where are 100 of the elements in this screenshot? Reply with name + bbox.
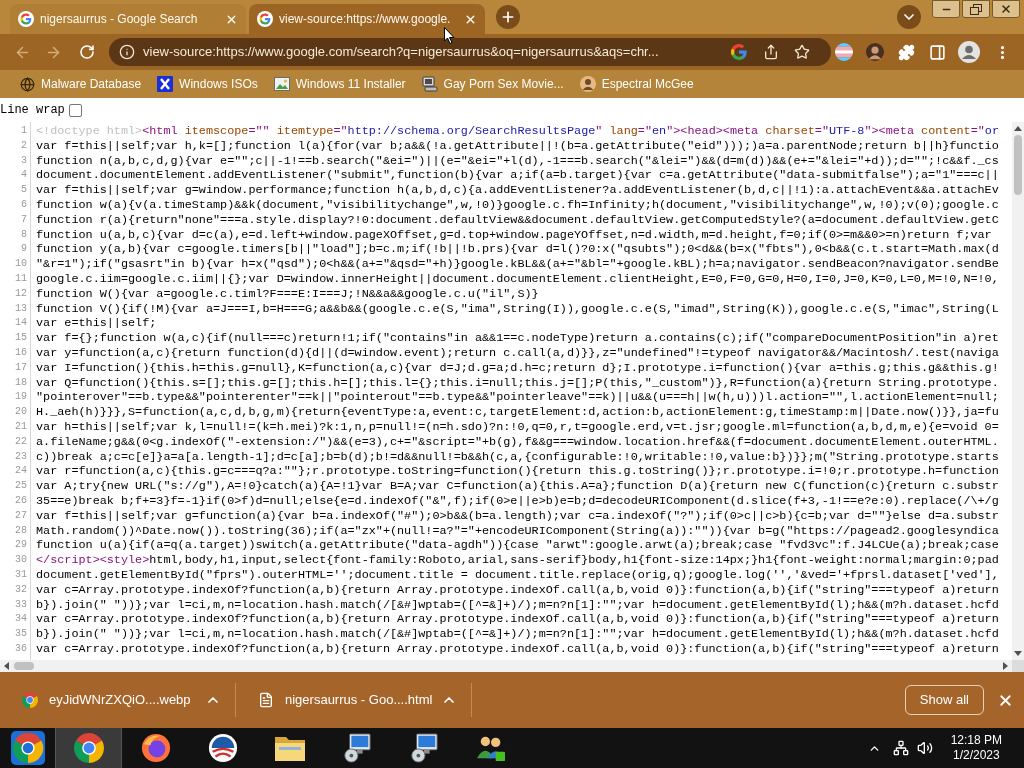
- file-icon: [258, 692, 274, 708]
- line-number: 33: [15, 597, 27, 612]
- code-line: var c=Array.prototype.indexOf?function(a,b){return Array.prototype.indexOf.call(a,b,void 0)}:function(a,b){if("string"===typeof a)return: [36, 641, 999, 657]
- bookmark-item[interactable]: Gay Porn Sex Movie...: [415, 72, 570, 96]
- volume-icon[interactable]: [916, 740, 933, 756]
- line-number: 1: [21, 124, 27, 138]
- code-line: var f={};function w(a,c){if(null===c)return!1;if("contains"in a&&1==c.nodeType)return a.contains(c);if("compareDocumentPosition"in a)ret: [36, 331, 999, 346]
- browser-tab[interactable]: view-source:https://www.google.: [249, 4, 485, 34]
- side-panel-icon[interactable]: [929, 43, 946, 61]
- line-number: 22: [15, 434, 27, 449]
- code-line: c))break a;c=c[e]}a=a[a.length-1];d=c[a];b=b(d);b!=d&&null!=b&&h(c,a,{configurable:!0,writable:!0,value:b})}};m("String.prototype.starts: [36, 449, 999, 465]
- line-number: 21: [15, 419, 27, 434]
- line-number: 23: [15, 449, 27, 464]
- x-logo-icon: [157, 76, 174, 92]
- code-line: var c=Array.prototype.indexOf?function(a,b){return Array.prototype.indexOf.call(a,b,void 0)}:function(a,b){if("string"===typeof a)return: [36, 612, 999, 628]
- line-number: 6: [21, 198, 27, 212]
- line-number: 15: [15, 331, 27, 346]
- clock-time[interactable]: 12:18 PM: [950, 733, 1002, 748]
- download-item[interactable]: nigersaurrus - Goo....html: [236, 684, 441, 716]
- code-line: var r=function(a,c){this.g=c===q?a:""};r.prototype.toString=function(){return this.g.toString()};r.prototype.i=!0;r.prototype.h=function: [36, 464, 999, 480]
- line-number: 16: [15, 345, 27, 360]
- code-line: var A;try{new URL("s://g"),A=!0}catch(a){A=!1}var B=A;var C=function(a){this.A=a};function D(a){return new C(function(c){return c.substr: [36, 479, 999, 494]
- download-item[interactable]: eyJidWNrZXQiO....webp: [0, 684, 205, 716]
- line-number: 20: [15, 405, 27, 420]
- show-all-button[interactable]: Show all: [904, 685, 984, 715]
- code-line: function u(a){if(a=q(a.target))switch(a.getAttribute("data-agdh")){case "arwt":google.arwt(a);break;case "fvd3vc":f.J4LCUe(a);break;case: [36, 538, 999, 554]
- minimize-button[interactable]: [932, 0, 960, 18]
- line-number: 17: [15, 360, 27, 375]
- code-line: var h=this||self;var k,l=null!=(k=h.mei)?k:1,n,p=null!=(n=h.sdo)?n:!0,q=0,r,t=google.erd,v=t.jsr;google.ml=function(a,b,d,m,e){e=void 0=: [36, 419, 999, 435]
- scrollbar-corner: [1012, 660, 1024, 672]
- plus-icon: [500, 9, 516, 25]
- taskbar-button[interactable]: [55, 728, 122, 768]
- up-arrow-icon[interactable]: [1014, 126, 1022, 131]
- line-wrap-checkbox[interactable]: [68, 103, 82, 117]
- scrollbar-thumb[interactable]: [1014, 135, 1022, 195]
- computer-disc-icon[interactable]: [341, 733, 372, 763]
- down-arrow-icon[interactable]: [1014, 651, 1022, 656]
- people-icon[interactable]: [474, 734, 507, 762]
- code-line: var f=this||self;var g=window.performance;function h(a,b,d,c){a.addEventListener?a.addEventListener(b,d,c||!1):a.attachEvent&&a.attachEv: [36, 183, 999, 198]
- start-icon[interactable]: [10, 731, 45, 765]
- code-line: 35==e)break b;f+=3}f=-1}if(0>f)d=null;else{e=d.indexOf("&",f);if(0>e||e>b)e=b;d=decodeURIComponent(d.slice(f+3,-1!==e?e:0).replace(/\+/g: [36, 493, 999, 509]
- code-line: function u(a,b,c){var d=c(a),e=d.left+window.pageXOffset,g=d.top+window.pageYOffset,n=d.width,m=d.height,f=0;if(0>=m&&0>=n)return f;var: [36, 227, 992, 243]
- scrollbar-thumb[interactable]: [14, 662, 34, 670]
- browser-icon: [22, 692, 38, 708]
- code-line: H._aeh(h)}}},S=function(a,c,d,b,g,m){return{eventType:a,event:c,targetElement:d,action:b,actionElement:g,timeStamp:m||Date.now()}},ja=fu: [36, 405, 999, 420]
- line-number: 9: [21, 242, 27, 257]
- code-line: b}).join(" "))};var l=ci,m,n=location.hash.match(/[&#]wptab=([^=&]+)/);m=n?n[1]:"";var h=document.getElementById(l);h&&(m?h.dataset.hcfd: [36, 597, 999, 613]
- info-icon[interactable]: [119, 44, 135, 60]
- profile-icon[interactable]: [958, 41, 980, 63]
- bookmark-item[interactable]: Windows 11 Installer: [267, 72, 412, 96]
- line-number: 13: [15, 301, 27, 316]
- new-tab-button[interactable]: [496, 5, 520, 29]
- line-number: 24: [15, 464, 27, 479]
- ring-logo-icon[interactable]: [140, 733, 171, 763]
- address-bar[interactable]: view-source:https://www.google.com/search?q=nigersaurrus&oq=nigersaurrus&aqs=chr...: [109, 38, 831, 66]
- picture-icon: [273, 76, 290, 92]
- circle-logo-icon[interactable]: [207, 733, 238, 763]
- clock-date[interactable]: 1/2/2023: [952, 748, 1000, 763]
- line-number: 18: [15, 375, 27, 390]
- vertical-scrollbar[interactable]: [1012, 122, 1024, 660]
- puzzle-icon[interactable]: [898, 43, 915, 61]
- code-line: a.fileName;g&&(0<g.indexOf("-extension:/")&&(e=3),c+="&script="+b(g),f&&g===window.location.href&&(f=document.documentElement.outerHTML.: [36, 434, 999, 450]
- code-line: "&r=1");if("gsasrt"in b){var h=x("qsd");0<h&&(a+="&qsd="+h)}google.kBL&&(a+="&bl="+google.kBL);h=a;navigator.sendBeacon?navigator.sendBe: [36, 257, 999, 272]
- network-icon[interactable]: [892, 740, 909, 756]
- code-line: var f=this||self;var g=function(a){var b=a.indexOf("#");0>b&&(b=a.length);var c=a.indexOf("?");if(0>c||c>b){c=b;var d=""}else d=a.substr: [36, 508, 999, 524]
- code-line: function n(a,b,c,d,g){var e="";c||-1!==b.search("&ei=")||(e="&ei="+l(d),-1===b.search("&lei=")&&(d=m(d))&&(e+="&lei="+d));d="";!c&&f._cs: [36, 153, 999, 169]
- striped-flag-icon[interactable]: [835, 43, 853, 61]
- horizontal-scrollbar[interactable]: [0, 660, 1012, 672]
- code-line: Math.random())^Date.now()).toString(36);if(a="zx"+(null!=a?"="+encodeURIComponent(String(a)):"")){var b=g("https://pagead2.googlesyndica: [36, 523, 999, 539]
- right-arrow-icon[interactable]: [1003, 662, 1008, 670]
- code-line: <!doctype html><html itemscope="" itemtype="http://schema.org/SearchResultsPage" lang="en"><head><meta charset="UTF-8"><meta content="or: [36, 124, 999, 139]
- line-number: 19: [15, 390, 27, 405]
- reload-icon[interactable]: [79, 44, 95, 60]
- code-line: </script><style>html,body,h1,input,select{font-family:Roboto,arial,sans-serif}body,h1{font-size:14px;}h1{font-weight:normal;margin:0;pad: [36, 553, 999, 568]
- tab-search-button[interactable]: [897, 5, 921, 29]
- bookmark-item[interactable]: Malware Database: [14, 72, 148, 96]
- line-number: 12: [15, 286, 27, 301]
- g-logo-icon[interactable]: [731, 44, 747, 60]
- avatar-icon[interactable]: [866, 43, 884, 61]
- line-number: 36: [15, 641, 27, 656]
- browser-tab[interactable]: nigersaurrus - Google Search: [10, 4, 246, 34]
- avatar-icon: [579, 76, 596, 92]
- computer-disc-icon[interactable]: [408, 733, 439, 763]
- close-icon: [1000, 3, 1012, 15]
- bookmark-item[interactable]: Espectral McGee: [573, 72, 700, 96]
- url-text: view-source:https://www.google.com/search?q=nigersaurrus&oq=nigersaurrus&aqs=chr...: [143, 43, 660, 62]
- line-number: 29: [15, 538, 27, 553]
- code-line: function W(){var a=google.c.timl?F===E:I===J;!N&&a&&google.c.u("il",S)}: [36, 286, 539, 302]
- line-number: 10: [15, 257, 27, 272]
- star-icon[interactable]: [794, 44, 810, 60]
- browser-icon[interactable]: [73, 733, 104, 763]
- left-arrow-icon[interactable]: [4, 662, 9, 670]
- share-icon[interactable]: [763, 44, 779, 60]
- restore-button[interactable]: [962, 0, 990, 18]
- code-line: document.documentElement.addEventListener("submit",function(b){var a;if(a=b.target){var c=a.getAttribute("data-submitfalse");a="1"===c||: [36, 168, 999, 184]
- folder-icon[interactable]: [273, 734, 306, 762]
- close-button[interactable]: [992, 0, 1020, 18]
- bookmark-item[interactable]: Windows ISOs: [151, 72, 264, 96]
- code-line: function w(a){v(a.timeStamp)&&k(document,"visibilitychange",w,!0)}google.c.fh=Infinity;h(document,"visibilitychange",w,!0);v(0);google.c: [36, 198, 999, 213]
- g-logo-icon: [18, 11, 34, 27]
